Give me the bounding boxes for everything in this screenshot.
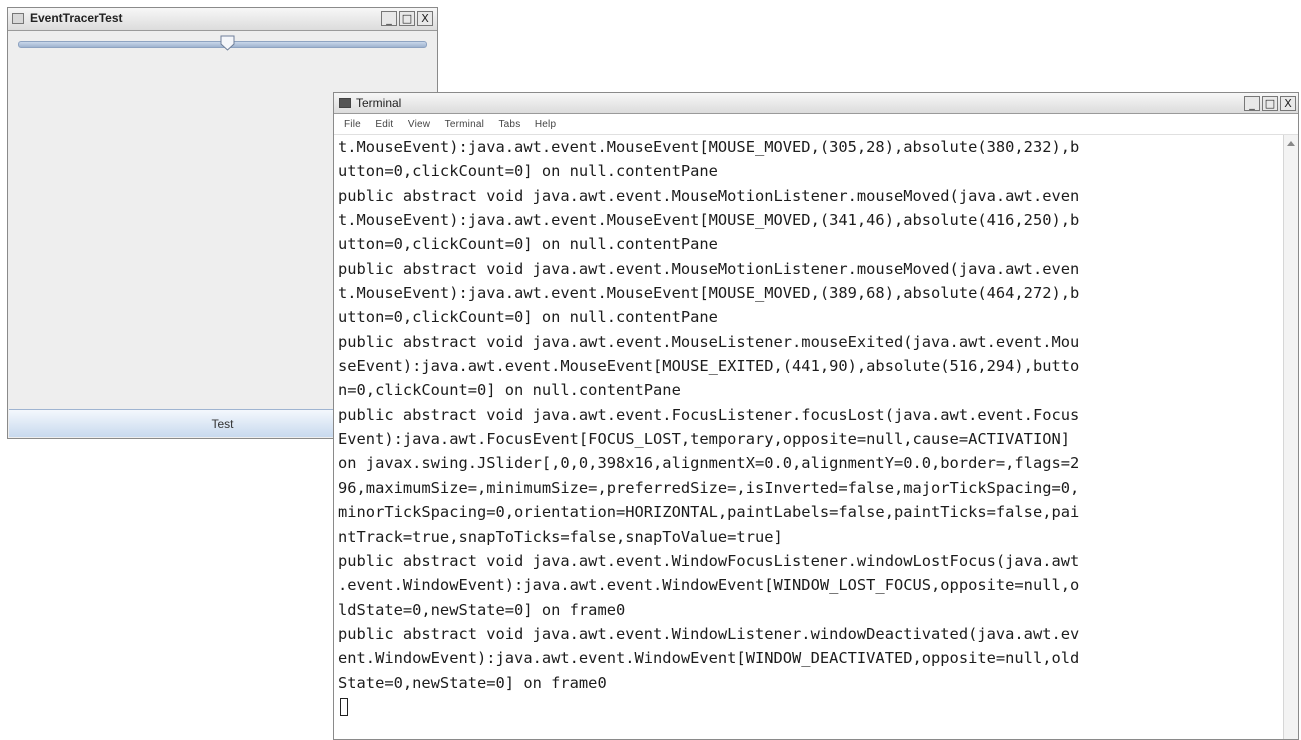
terminal-minimize-button[interactable]: _ bbox=[1244, 96, 1260, 111]
terminal-scrollbar[interactable] bbox=[1283, 135, 1298, 739]
scroll-up-arrow-icon[interactable] bbox=[1287, 141, 1295, 146]
terminal-menubar: File Edit View Terminal Tabs Help bbox=[334, 114, 1298, 135]
terminal-output[interactable]: t.MouseEvent):java.awt.event.MouseEvent[… bbox=[334, 135, 1284, 739]
maximize-button[interactable]: □ bbox=[399, 11, 415, 26]
terminal-line: utton=0,clickCount=0] on null.contentPan… bbox=[338, 235, 718, 254]
terminal-line: ntTrack=true,snapToTicks=false,snapToVal… bbox=[338, 527, 783, 546]
terminal-line: on javax.swing.JSlider[,0,0,398x16,align… bbox=[338, 454, 1080, 473]
terminal-maximize-button[interactable]: □ bbox=[1262, 96, 1278, 111]
terminal-prompt-line[interactable] bbox=[334, 695, 1284, 719]
terminal-line: public abstract void java.awt.event.Mous… bbox=[338, 332, 1080, 351]
terminal-line: .event.WindowEvent):java.awt.event.Windo… bbox=[338, 576, 1080, 595]
terminal-line: State=0,newState=0] on frame0 bbox=[338, 673, 607, 692]
terminal-line: ldState=0,newState=0] on frame0 bbox=[338, 600, 626, 619]
terminal-line: public abstract void java.awt.event.Mous… bbox=[338, 186, 1080, 205]
slider-thumb[interactable] bbox=[220, 35, 235, 51]
menu-view[interactable]: View bbox=[408, 119, 430, 130]
terminal-line: seEvent):java.awt.event.MouseEvent[MOUSE… bbox=[338, 357, 1080, 376]
terminal-icon bbox=[339, 98, 351, 108]
terminal-line: n=0,clickCount=0] on null.contentPane bbox=[338, 381, 681, 400]
terminal-line: 96,maximumSize=,minimumSize=,preferredSi… bbox=[338, 478, 1080, 497]
menu-terminal[interactable]: Terminal bbox=[445, 119, 484, 130]
terminal-line: t.MouseEvent):java.awt.event.MouseEvent[… bbox=[338, 284, 1080, 303]
menu-file[interactable]: File bbox=[344, 119, 361, 130]
terminal-line: t.MouseEvent):java.awt.event.MouseEvent[… bbox=[338, 211, 1080, 230]
cursor-icon bbox=[340, 697, 348, 716]
terminal-titlebar[interactable]: Terminal _ □ X bbox=[334, 93, 1298, 114]
terminal-line: Event):java.awt.FocusEvent[FOCUS_LOST,te… bbox=[338, 430, 1071, 449]
minimize-button[interactable]: _ bbox=[381, 11, 397, 26]
terminal-line: minorTickSpacing=0,orientation=HORIZONTA… bbox=[338, 503, 1080, 522]
terminal-line: utton=0,clickCount=0] on null.contentPan… bbox=[338, 308, 718, 327]
terminal-line: public abstract void java.awt.event.Wind… bbox=[338, 624, 1080, 643]
menu-edit[interactable]: Edit bbox=[375, 119, 393, 130]
terminal-line: public abstract void java.awt.event.Mous… bbox=[338, 259, 1080, 278]
terminal-line: ent.WindowEvent):java.awt.event.WindowEv… bbox=[338, 649, 1080, 668]
terminal-line: public abstract void java.awt.event.Wind… bbox=[338, 551, 1080, 570]
menu-tabs[interactable]: Tabs bbox=[498, 119, 520, 130]
event-tracer-title: EventTracerTest bbox=[30, 11, 123, 25]
event-tracer-titlebar[interactable]: EventTracerTest _ □ X bbox=[8, 8, 437, 31]
close-button[interactable]: X bbox=[417, 11, 433, 26]
terminal-line: utton=0,clickCount=0] on null.contentPan… bbox=[338, 162, 718, 181]
terminal-window: Terminal _ □ X File Edit View Terminal T… bbox=[333, 92, 1299, 740]
terminal-line: public abstract void java.awt.event.Focu… bbox=[338, 405, 1080, 424]
window-app-icon bbox=[12, 13, 24, 24]
terminal-title: Terminal bbox=[356, 96, 402, 110]
terminal-close-button[interactable]: X bbox=[1280, 96, 1296, 111]
menu-help[interactable]: Help bbox=[535, 119, 556, 130]
terminal-line: t.MouseEvent):java.awt.event.MouseEvent[… bbox=[338, 138, 1080, 156]
